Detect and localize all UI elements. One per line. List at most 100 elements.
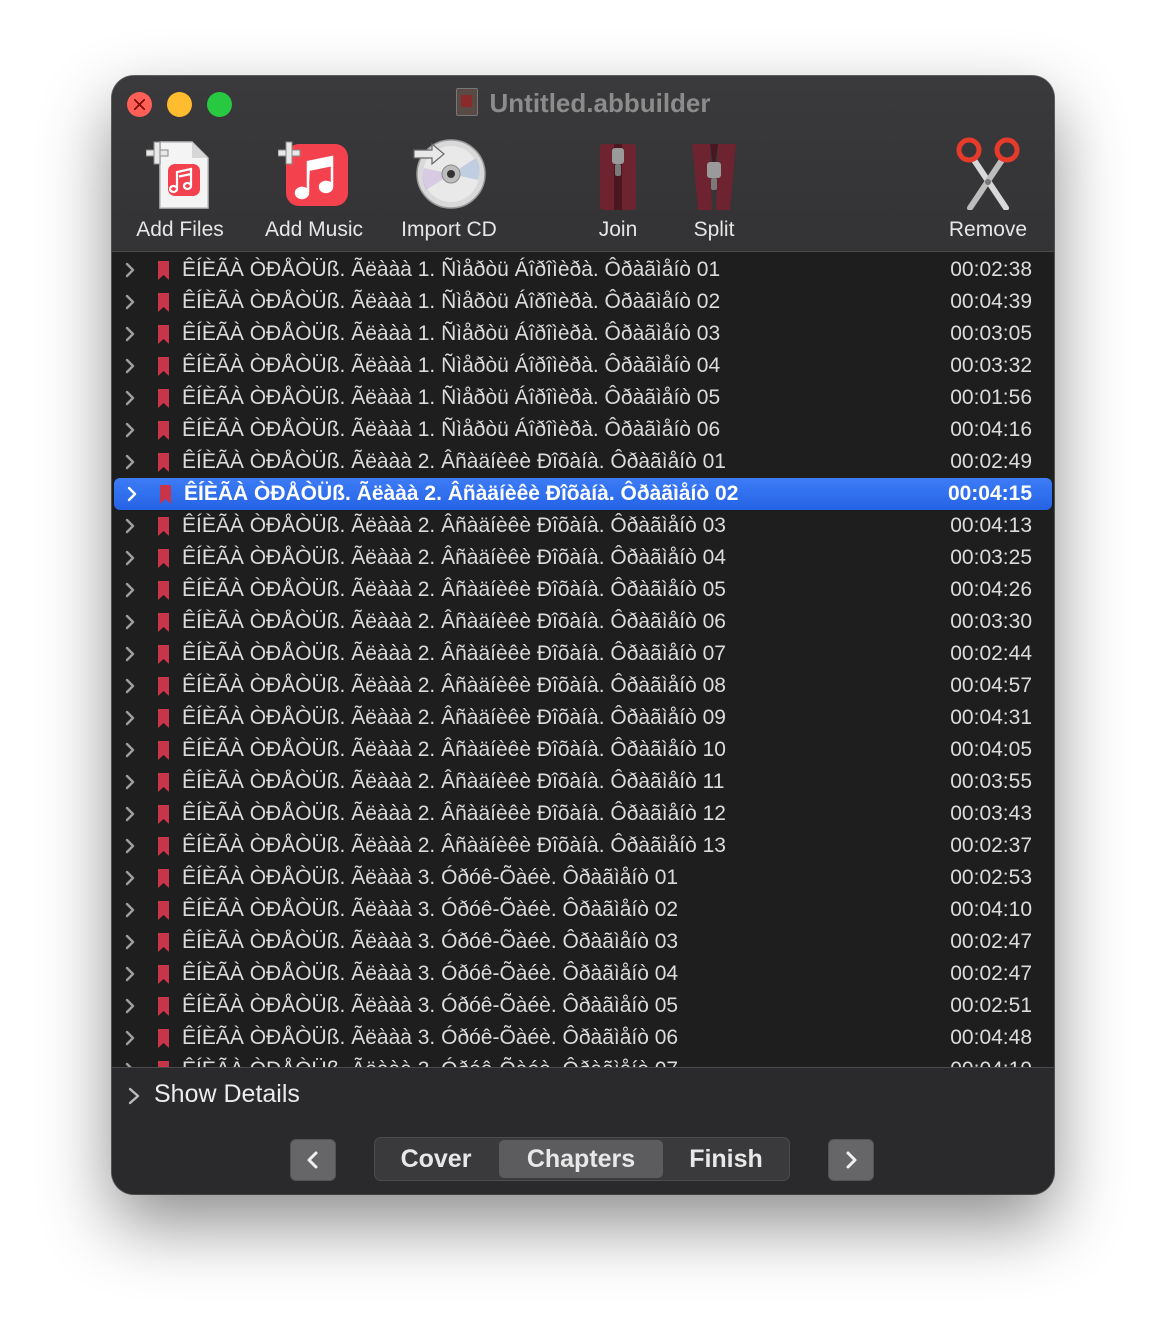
disclosure-chevron-icon[interactable] — [122, 358, 138, 374]
chapter-row[interactable]: ÊÍÈÃÀ ÒÐÅÒÜß. Ãëààà 2. Âñàäíèêè Ðîõàíà. … — [114, 478, 1052, 510]
chapter-duration: 00:02:44 — [950, 642, 1032, 665]
disclosure-chevron-icon[interactable] — [122, 422, 138, 438]
chapter-title: ÊÍÈÃÀ ÒÐÅÒÜß. Ãëààà 3. Óðóê-Õàéè. Ôðàãìå… — [182, 994, 679, 1017]
disclosure-chevron-icon[interactable] — [122, 582, 138, 598]
chapter-row[interactable]: ÊÍÈÃÀ ÒÐÅÒÜß. Ãëààà 1. Ñìåðòü Áîðîìèðà. … — [112, 382, 1054, 414]
chapter-row[interactable]: ÊÍÈÃÀ ÒÐÅÒÜß. Ãëààà 3. Óðóê-Õàéè. Ôðàãìå… — [112, 990, 1054, 1022]
disclosure-chevron-icon[interactable] — [122, 902, 138, 918]
disclosure-chevron-icon[interactable] — [122, 518, 138, 534]
disclosure-chevron-icon[interactable] — [122, 454, 138, 470]
chapter-title: ÊÍÈÃÀ ÒÐÅÒÜß. Ãëààà 1. Ñìåðòü Áîðîìèðà. … — [182, 386, 721, 409]
back-button[interactable] — [290, 1139, 336, 1181]
chapter-title: ÊÍÈÃÀ ÒÐÅÒÜß. Ãëààà 2. Âñàäíèêè Ðîõàíà. … — [182, 450, 726, 473]
chapter-duration: 00:03:30 — [950, 610, 1032, 633]
chapter-list[interactable]: ÊÍÈÃÀ ÒÐÅÒÜß. Ãëààà 1. Ñìåðòü Áîðîìèðà. … — [112, 252, 1054, 1067]
import-cd-button[interactable]: Import CD — [392, 134, 506, 252]
tab-finish[interactable]: Finish — [667, 1140, 785, 1178]
disclosure-chevron-icon[interactable] — [122, 742, 138, 758]
chapter-row[interactable]: ÊÍÈÃÀ ÒÐÅÒÜß. Ãëààà 1. Ñìåðòü Áîðîìèðà. … — [112, 318, 1054, 350]
import-cd-label: Import CD — [401, 218, 497, 241]
add-music-button[interactable]: Add Music — [252, 134, 376, 252]
disclosure-chevron-icon[interactable] — [122, 294, 138, 310]
chapter-row[interactable]: ÊÍÈÃÀ ÒÐÅÒÜß. Ãëààà 3. Óðóê-Õàéè. Ôðàãìå… — [112, 958, 1054, 990]
chapter-row[interactable]: ÊÍÈÃÀ ÒÐÅÒÜß. Ãëààà 2. Âñàäíèêè Ðîõàíà. … — [112, 446, 1054, 478]
disclosure-chevron-icon[interactable] — [122, 326, 138, 342]
disclosure-chevron-icon[interactable] — [122, 614, 138, 630]
disclosure-chevron-icon[interactable] — [122, 998, 138, 1014]
chapter-row[interactable]: ÊÍÈÃÀ ÒÐÅÒÜß. Ãëààà 2. Âñàäíèêè Ðîõàíà. … — [112, 670, 1054, 702]
disclosure-chevron-icon[interactable] — [122, 678, 138, 694]
chapter-row[interactable]: ÊÍÈÃÀ ÒÐÅÒÜß. Ãëààà 1. Ñìåðòü Áîðîìèðà. … — [112, 414, 1054, 446]
chapter-row[interactable]: ÊÍÈÃÀ ÒÐÅÒÜß. Ãëààà 2. Âñàäíèêè Ðîõàíà. … — [112, 702, 1054, 734]
disclosure-chevron-icon[interactable] — [122, 550, 138, 566]
remove-button[interactable]: Remove — [938, 134, 1038, 252]
disclosure-chevron-icon[interactable] — [122, 870, 138, 886]
chapter-duration: 00:01:56 — [950, 386, 1032, 409]
chapter-duration: 00:04:48 — [950, 1026, 1032, 1049]
disclosure-chevron-icon[interactable] — [122, 966, 138, 982]
chapter-duration: 00:04:26 — [950, 578, 1032, 601]
chapter-row[interactable]: ÊÍÈÃÀ ÒÐÅÒÜß. Ãëààà 2. Âñàäíèêè Ðîõàíà. … — [112, 606, 1054, 638]
bookmark-icon — [158, 677, 169, 696]
disclosure-chevron-icon[interactable] — [122, 838, 138, 854]
bookmark-icon — [158, 549, 169, 568]
bookmark-icon — [158, 965, 169, 984]
tab-cover[interactable]: Cover — [377, 1140, 495, 1178]
add-files-button[interactable]: Add Files — [124, 134, 236, 252]
chapter-row[interactable]: ÊÍÈÃÀ ÒÐÅÒÜß. Ãëààà 3. Óðóê-Õàéè. Ôðàãìå… — [112, 1022, 1054, 1054]
disclosure-chevron-icon[interactable] — [122, 710, 138, 726]
chapter-duration: 00:03:32 — [950, 354, 1032, 377]
tab-chapters[interactable]: Chapters — [499, 1140, 663, 1178]
chapter-row[interactable]: ÊÍÈÃÀ ÒÐÅÒÜß. Ãëààà 2. Âñàäíèêè Ðîõàíà. … — [112, 734, 1054, 766]
chapter-row[interactable]: ÊÍÈÃÀ ÒÐÅÒÜß. Ãëààà 3. Óðóê-Õàéè. Ôðàãìå… — [112, 1054, 1054, 1067]
chapter-duration: 00:04:57 — [950, 674, 1032, 697]
bookmark-icon — [158, 1029, 169, 1048]
chapter-row[interactable]: ÊÍÈÃÀ ÒÐÅÒÜß. Ãëààà 2. Âñàäíèêè Ðîõàíà. … — [112, 766, 1054, 798]
chapter-row[interactable]: ÊÍÈÃÀ ÒÐÅÒÜß. Ãëààà 1. Ñìåðòü Áîðîìèðà. … — [112, 286, 1054, 318]
chapter-title: ÊÍÈÃÀ ÒÐÅÒÜß. Ãëààà 2. Âñàäíèêè Ðîõàíà. … — [182, 802, 726, 825]
chapter-title: ÊÍÈÃÀ ÒÐÅÒÜß. Ãëààà 3. Óðóê-Õàéè. Ôðàãìå… — [182, 962, 679, 985]
chapter-duration: 00:03:25 — [950, 546, 1032, 569]
forward-button[interactable] — [828, 1139, 874, 1181]
chapter-row[interactable]: ÊÍÈÃÀ ÒÐÅÒÜß. Ãëààà 1. Ñìåðòü Áîðîìèðà. … — [112, 254, 1054, 286]
chapter-duration: 00:02:37 — [950, 834, 1032, 857]
bookmark-icon — [158, 805, 169, 824]
disclosure-chevron-icon[interactable] — [122, 646, 138, 662]
chapter-duration: 00:02:51 — [950, 994, 1032, 1017]
disclosure-chevron-icon[interactable] — [124, 486, 140, 502]
chapter-row[interactable]: ÊÍÈÃÀ ÒÐÅÒÜß. Ãëààà 1. Ñìåðòü Áîðîìèðà. … — [112, 350, 1054, 382]
disclosure-chevron-icon[interactable] — [122, 1030, 138, 1046]
chapter-row[interactable]: ÊÍÈÃÀ ÒÐÅÒÜß. Ãëààà 3. Óðóê-Õàéè. Ôðàãìå… — [112, 862, 1054, 894]
chapter-title: ÊÍÈÃÀ ÒÐÅÒÜß. Ãëààà 2. Âñàäíèêè Ðîõàíà. … — [182, 578, 726, 601]
bookmark-icon — [158, 581, 169, 600]
show-details-toggle[interactable]: Show Details — [112, 1067, 1054, 1126]
chapter-duration: 00:04:19 — [950, 1054, 1032, 1067]
chapter-row[interactable]: ÊÍÈÃÀ ÒÐÅÒÜß. Ãëààà 2. Âñàäíèêè Ðîõàíà. … — [112, 542, 1054, 574]
chapter-row[interactable]: ÊÍÈÃÀ ÒÐÅÒÜß. Ãëààà 2. Âñàäíèêè Ðîõàíà. … — [112, 510, 1054, 542]
chapter-title: ÊÍÈÃÀ ÒÐÅÒÜß. Ãëààà 2. Âñàäíèêè Ðîõàíà. … — [182, 706, 726, 729]
chapter-row[interactable]: ÊÍÈÃÀ ÒÐÅÒÜß. Ãëààà 2. Âñàäíèêè Ðîõàíà. … — [112, 798, 1054, 830]
split-button[interactable]: Split — [674, 134, 754, 252]
window-title: Untitled.abbuilder — [112, 88, 1054, 118]
chapter-title: ÊÍÈÃÀ ÒÐÅÒÜß. Ãëààà 3. Óðóê-Õàéè. Ôðàãìå… — [182, 930, 679, 953]
chapter-title: ÊÍÈÃÀ ÒÐÅÒÜß. Ãëààà 2. Âñàäíèêè Ðîõàíà. … — [182, 770, 725, 793]
chapter-row[interactable]: ÊÍÈÃÀ ÒÐÅÒÜß. Ãëààà 3. Óðóê-Õàéè. Ôðàãìå… — [112, 926, 1054, 958]
chapter-row[interactable]: ÊÍÈÃÀ ÒÐÅÒÜß. Ãëààà 2. Âñàäíèêè Ðîõàíà. … — [112, 830, 1054, 862]
bottom-bar: Cover Chapters Finish — [112, 1125, 1054, 1194]
chapter-title: ÊÍÈÃÀ ÒÐÅÒÜß. Ãëààà 1. Ñìåðòü Áîðîìèðà. … — [182, 322, 721, 345]
disclosure-chevron-icon[interactable] — [122, 934, 138, 950]
disclosure-chevron-icon[interactable] — [122, 806, 138, 822]
chapter-row[interactable]: ÊÍÈÃÀ ÒÐÅÒÜß. Ãëààà 2. Âñàäíèêè Ðîõàíà. … — [112, 638, 1054, 670]
disclosure-chevron-icon[interactable] — [122, 390, 138, 406]
disclosure-chevron-icon[interactable] — [122, 262, 138, 278]
chevron-left-icon — [307, 1151, 318, 1169]
chapter-title: ÊÍÈÃÀ ÒÐÅÒÜß. Ãëààà 3. Óðóê-Õàéè. Ôðàãìå… — [182, 898, 679, 921]
chapter-row[interactable]: ÊÍÈÃÀ ÒÐÅÒÜß. Ãëààà 3. Óðóê-Õàéè. Ôðàãìå… — [112, 894, 1054, 926]
join-label: Join — [598, 218, 638, 241]
disclosure-chevron-icon[interactable] — [122, 774, 138, 790]
titlebar: Untitled.abbuilder Add Files Add Music I… — [112, 76, 1054, 252]
chapter-row[interactable]: ÊÍÈÃÀ ÒÐÅÒÜß. Ãëààà 2. Âñàäíèêè Ðîõàíà. … — [112, 574, 1054, 606]
join-button[interactable]: Join — [580, 134, 656, 252]
chapter-duration: 00:02:38 — [950, 258, 1032, 281]
chapter-title: ÊÍÈÃÀ ÒÐÅÒÜß. Ãëààà 2. Âñàäíèêè Ðîõàíà. … — [182, 546, 726, 569]
